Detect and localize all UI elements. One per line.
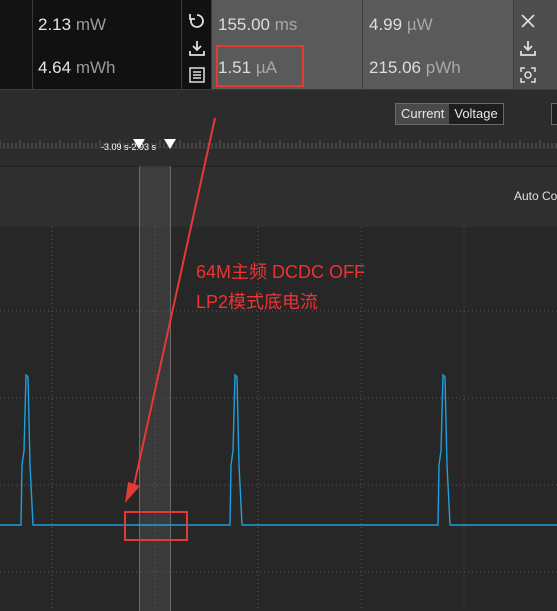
annotation-arrow (125, 117, 216, 503)
highlight-box-baseline (124, 511, 188, 541)
